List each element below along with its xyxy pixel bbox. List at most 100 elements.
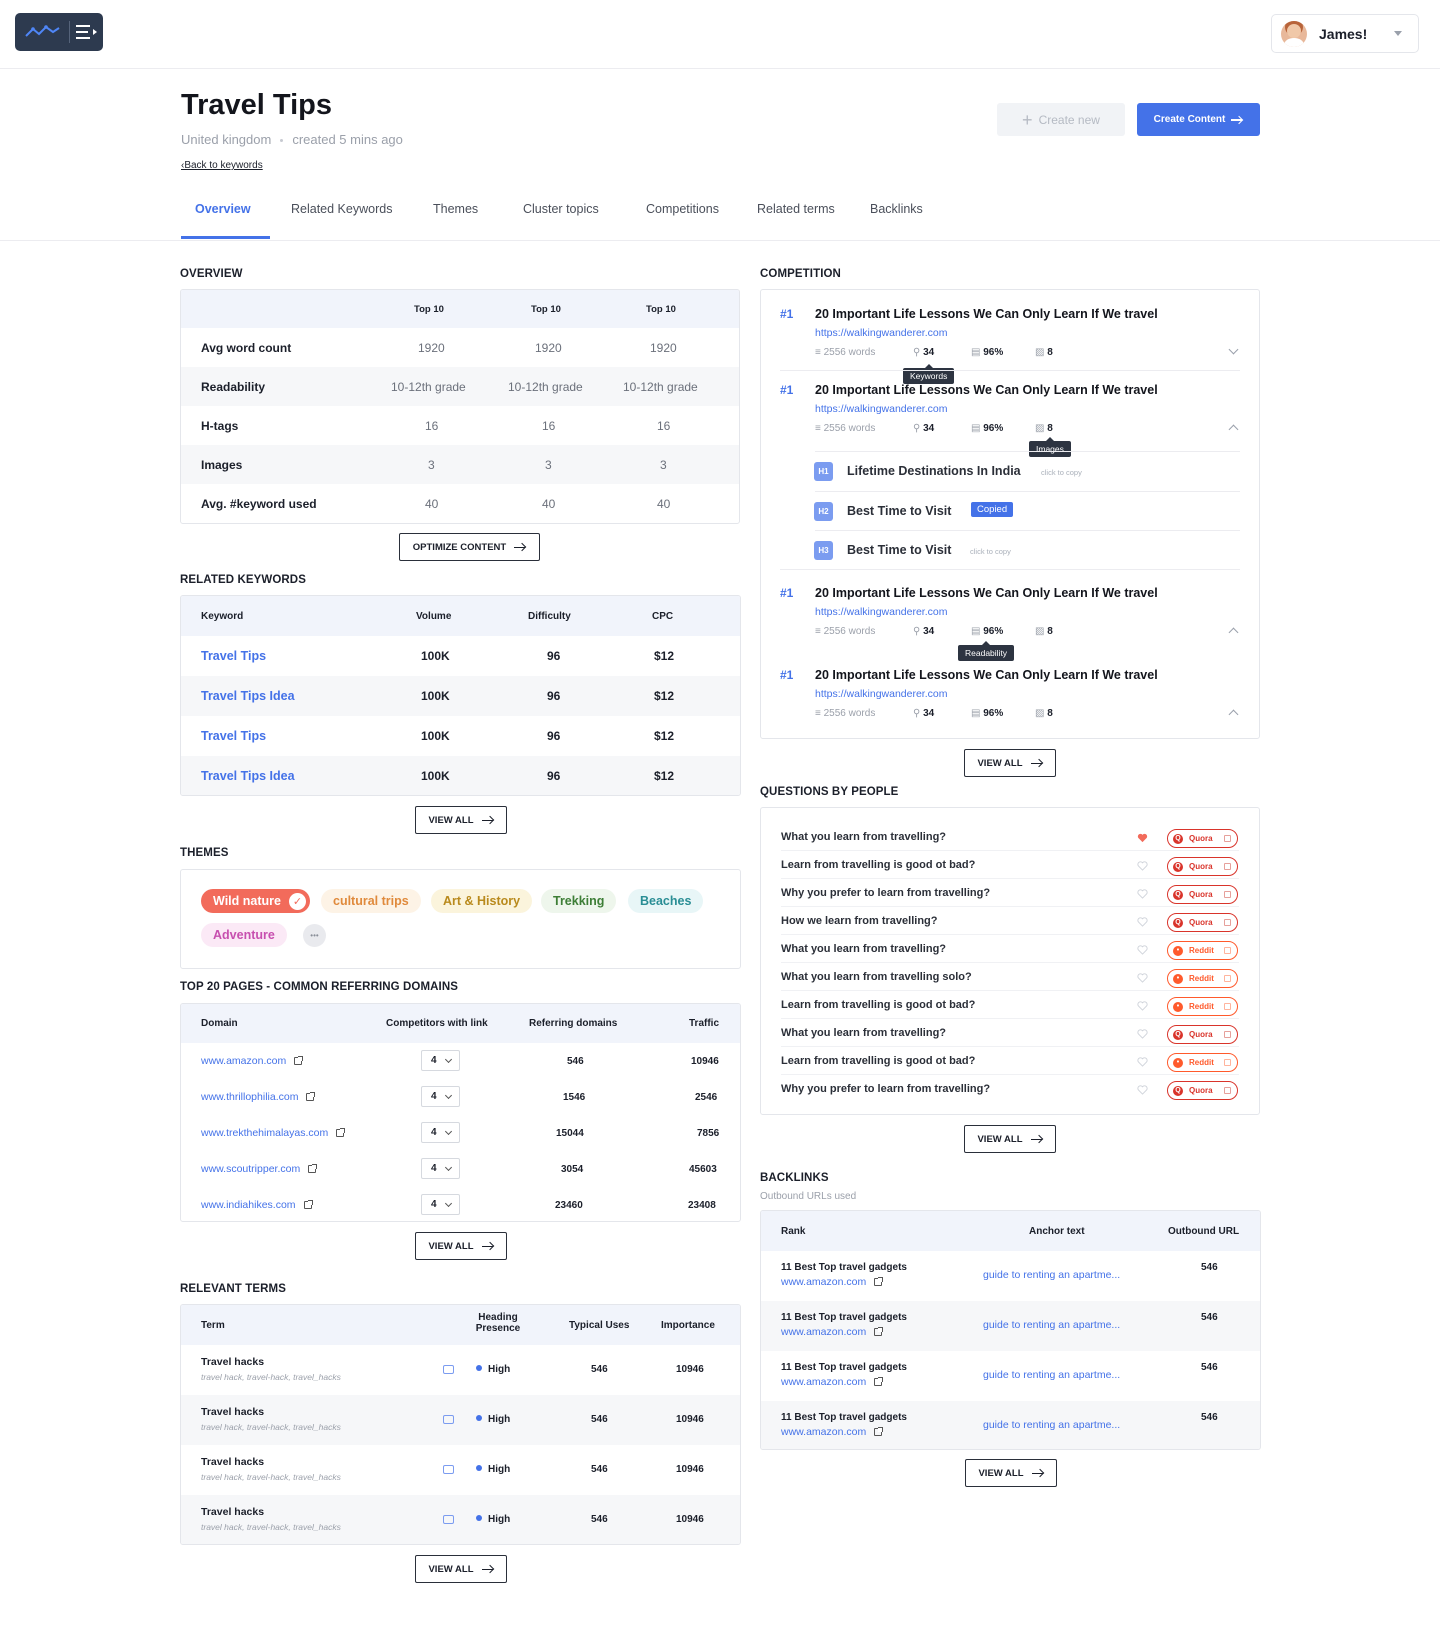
- tab-related-terms[interactable]: Related terms: [757, 202, 835, 216]
- chevron-up-icon[interactable]: [1228, 424, 1239, 435]
- heart-icon[interactable]: [1137, 861, 1148, 871]
- domain-link[interactable]: www.indiahikes.com: [201, 1199, 313, 1211]
- keyword-link[interactable]: Travel Tips Idea: [201, 769, 295, 783]
- competitors-select[interactable]: 4: [421, 1194, 460, 1215]
- comment-icon[interactable]: [443, 1415, 454, 1424]
- quora-source-badge[interactable]: Q Quora: [1167, 913, 1238, 932]
- quora-source-badge[interactable]: Q Quora: [1167, 829, 1238, 848]
- view-all-keywords-button[interactable]: VIEW ALL: [415, 806, 507, 834]
- keyword-link[interactable]: Travel Tips: [201, 649, 266, 663]
- backlink-domain[interactable]: www.amazon.com: [781, 1376, 884, 1388]
- tab-backlinks[interactable]: Backlinks: [870, 202, 923, 216]
- chevron-up-icon[interactable]: [1228, 627, 1239, 638]
- comment-icon[interactable]: [443, 1365, 454, 1374]
- theme-chip-beaches[interactable]: Beaches: [628, 889, 704, 913]
- backlink-domain[interactable]: www.amazon.com: [781, 1276, 884, 1288]
- question-text[interactable]: What you learn from travelling solo?: [781, 971, 972, 983]
- competitor-url[interactable]: https://walkingwanderer.com: [815, 327, 947, 339]
- back-to-keywords-link[interactable]: ‹Back to keywords: [181, 160, 263, 171]
- competitors-select[interactable]: 4: [421, 1050, 460, 1071]
- competitors-select[interactable]: 4: [421, 1158, 460, 1179]
- external-link-icon: [294, 1056, 304, 1065]
- quora-source-badge[interactable]: Q Quora: [1167, 1081, 1238, 1100]
- view-all-questions-button[interactable]: VIEW ALL: [964, 1125, 1056, 1153]
- optimize-content-button[interactable]: OPTIMIZE CONTENT: [399, 533, 540, 561]
- view-all-terms-button[interactable]: VIEW ALL: [415, 1555, 507, 1583]
- competitors-select[interactable]: 4: [421, 1122, 460, 1143]
- quora-source-badge[interactable]: Q Quora: [1167, 1025, 1238, 1044]
- reddit-source-badge[interactable]: • Reddit: [1167, 969, 1238, 988]
- question-text[interactable]: What you learn from travelling?: [781, 1027, 946, 1039]
- question-text[interactable]: How we learn from travelling?: [781, 915, 937, 927]
- theme-chip-adventure[interactable]: Adventure: [201, 923, 287, 947]
- view-all-pages-button[interactable]: VIEW ALL: [415, 1232, 507, 1260]
- question-text[interactable]: Learn from travelling is good ot bad?: [781, 859, 975, 871]
- table-row: Travel Tips Idea 100K 96 $12: [181, 756, 740, 795]
- reddit-icon: •: [1173, 945, 1183, 956]
- tab-overview[interactable]: Overview: [195, 202, 251, 216]
- competitor-url[interactable]: https://walkingwanderer.com: [815, 606, 947, 618]
- menu-icon[interactable]: [76, 25, 98, 39]
- backlink-domain[interactable]: www.amazon.com: [781, 1426, 884, 1438]
- reddit-source-badge[interactable]: • Reddit: [1167, 941, 1238, 960]
- question-text[interactable]: Learn from travelling is good ot bad?: [781, 1055, 975, 1067]
- reddit-source-badge[interactable]: • Reddit: [1167, 1053, 1238, 1072]
- competitors-select[interactable]: 4: [421, 1086, 460, 1107]
- button-label: VIEW ALL: [978, 1467, 1024, 1479]
- keyword-link[interactable]: Travel Tips Idea: [201, 689, 295, 703]
- comment-icon[interactable]: [443, 1515, 454, 1524]
- domain-link[interactable]: www.scoutripper.com: [201, 1163, 318, 1175]
- competitor-url[interactable]: https://walkingwanderer.com: [815, 688, 947, 700]
- heart-icon[interactable]: [1137, 889, 1148, 899]
- theme-chip-cultural-trips[interactable]: cultural trips: [321, 889, 421, 913]
- heart-icon[interactable]: [1137, 833, 1148, 843]
- heart-icon[interactable]: [1137, 1001, 1148, 1011]
- backlink-domain[interactable]: www.amazon.com: [781, 1326, 884, 1338]
- question-text[interactable]: Why you prefer to learn from travelling?: [781, 887, 990, 899]
- word-count-value: 2556 words: [823, 423, 876, 434]
- heart-icon[interactable]: [1137, 945, 1148, 955]
- anchor-link[interactable]: guide to renting an apartme...: [983, 1319, 1120, 1331]
- view-all-competition-button[interactable]: VIEW ALL: [964, 749, 1056, 777]
- tab-cluster-topics[interactable]: Cluster topics: [523, 202, 599, 216]
- quora-source-badge[interactable]: Q Quora: [1167, 885, 1238, 904]
- domain-link[interactable]: www.amazon.com: [201, 1055, 304, 1067]
- question-text[interactable]: What you learn from travelling?: [781, 831, 946, 843]
- domain-label: www.amazon.com: [781, 1426, 867, 1438]
- tab-competitions[interactable]: Competitions: [646, 202, 719, 216]
- more-themes-button[interactable]: •••: [303, 924, 326, 947]
- create-content-button[interactable]: Create Content: [1137, 103, 1260, 136]
- anchor-link[interactable]: guide to renting an apartme...: [983, 1419, 1120, 1431]
- anchor-link[interactable]: guide to renting an apartme...: [983, 1269, 1120, 1281]
- competitor-url[interactable]: https://walkingwanderer.com: [815, 403, 947, 415]
- logo-menu[interactable]: [15, 13, 103, 51]
- heart-icon[interactable]: [1137, 1085, 1148, 1095]
- quora-source-badge[interactable]: Q Quora: [1167, 857, 1238, 876]
- theme-chip-trekking[interactable]: Trekking: [541, 889, 617, 913]
- chevron-down-icon[interactable]: [1228, 344, 1239, 355]
- comment-icon[interactable]: [443, 1465, 454, 1474]
- user-menu[interactable]: James!: [1271, 14, 1419, 53]
- divider: [781, 878, 1239, 879]
- view-all-backlinks-button[interactable]: VIEW ALL: [965, 1459, 1057, 1487]
- chevron-up-icon[interactable]: [1228, 709, 1239, 720]
- question-text[interactable]: What you learn from travelling?: [781, 943, 946, 955]
- domain-link[interactable]: www.trekthehimalayas.com: [201, 1127, 346, 1139]
- quora-icon: Q: [1173, 1029, 1183, 1040]
- anchor-link[interactable]: guide to renting an apartme...: [983, 1369, 1120, 1381]
- heart-icon[interactable]: [1137, 973, 1148, 983]
- question-text[interactable]: Why you prefer to learn from travelling?: [781, 1083, 990, 1095]
- domain-link[interactable]: www.thrillophilia.com: [201, 1091, 316, 1103]
- heart-icon[interactable]: [1137, 917, 1148, 927]
- tab-related-keywords[interactable]: Related Keywords: [291, 202, 392, 216]
- theme-chip-art-history[interactable]: Art & History: [431, 889, 533, 913]
- question-text[interactable]: Learn from travelling is good ot bad?: [781, 999, 975, 1011]
- external-link-icon: [874, 1427, 884, 1436]
- tab-themes[interactable]: Themes: [433, 202, 478, 216]
- heart-icon[interactable]: [1137, 1057, 1148, 1067]
- reddit-source-badge[interactable]: • Reddit: [1167, 997, 1238, 1016]
- create-new-button[interactable]: + Create new: [997, 103, 1125, 136]
- theme-chip-wild-nature[interactable]: Wild nature ✓: [201, 889, 310, 913]
- heart-icon[interactable]: [1137, 1029, 1148, 1039]
- keyword-link[interactable]: Travel Tips: [201, 729, 266, 743]
